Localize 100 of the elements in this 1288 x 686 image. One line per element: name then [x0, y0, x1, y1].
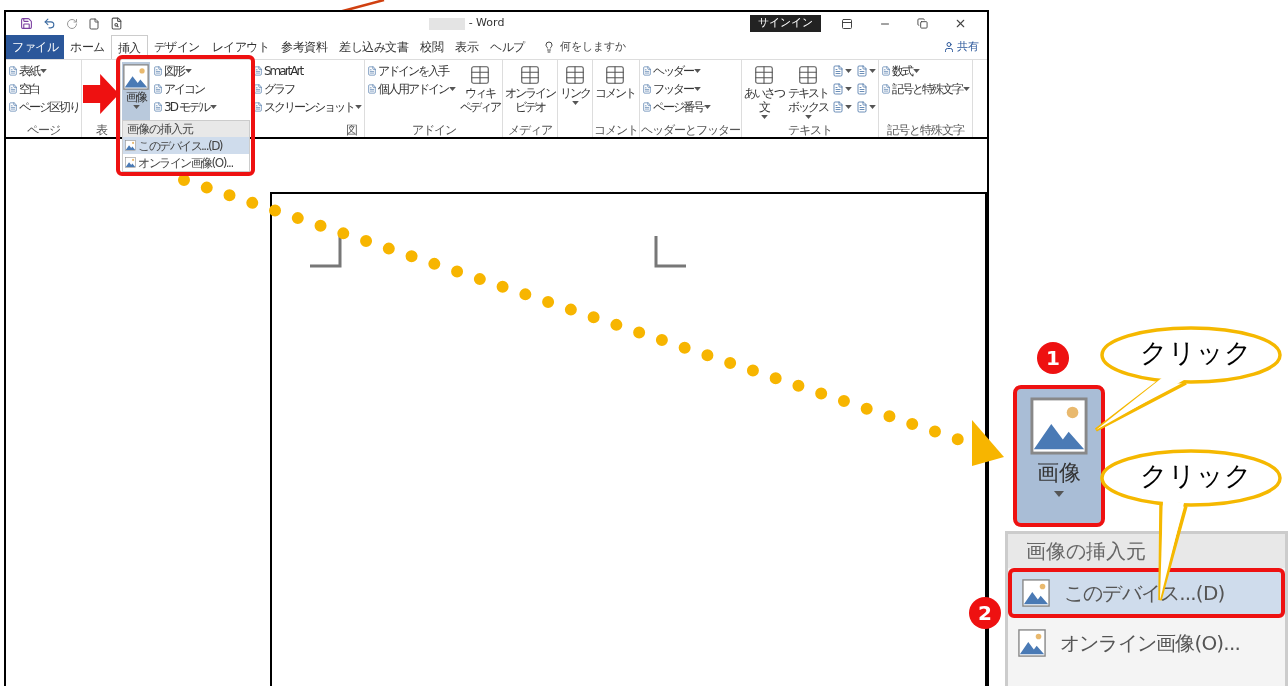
table-icon — [753, 64, 775, 86]
document-icon — [856, 83, 868, 95]
ribbon-small-button[interactable]: ヘッダー — [641, 62, 702, 80]
menu-item[interactable]: オンライン画像(O)... — [123, 154, 249, 171]
ribbon-small-button[interactable]: アイコン — [152, 80, 205, 98]
button-label: ボックス — [788, 101, 828, 114]
picture-button[interactable]: 画像 — [1013, 385, 1105, 527]
step-badge: 2 — [969, 597, 1001, 629]
picture-icon — [1018, 629, 1046, 657]
picture-icon — [125, 157, 136, 168]
menu-item[interactable]: このデバイス...(D) — [123, 137, 249, 154]
ribbon-icon-button[interactable] — [855, 62, 877, 80]
group-label: アドイン — [411, 123, 456, 137]
ribbon-tab[interactable]: ファイル — [6, 35, 64, 59]
ribbon-small-button[interactable]: ページ区切り — [7, 98, 80, 116]
caret-icon — [185, 69, 192, 73]
caret-icon — [694, 87, 701, 91]
document-icon — [153, 66, 163, 76]
ribbon-large-button[interactable]: オンライン ビデオ — [504, 62, 556, 120]
document-icon — [8, 102, 18, 112]
ribbon-icon-button[interactable] — [855, 98, 877, 116]
document-icon — [881, 84, 891, 94]
ribbon-small-button[interactable]: アドインを入手 — [366, 62, 449, 80]
ribbon-small-button[interactable]: 3D モデル — [152, 98, 218, 116]
caret-icon — [1054, 491, 1064, 497]
caret-icon — [845, 87, 852, 91]
ribbon-small-button[interactable]: グラフ — [252, 80, 295, 98]
redacted-block — [428, 17, 465, 30]
ribbon-icon-button[interactable] — [831, 62, 853, 80]
caret-icon — [704, 105, 711, 109]
button-label: ビデオ — [515, 101, 545, 114]
button-label: 文 — [759, 101, 769, 114]
step-badge: 1 — [1037, 342, 1069, 374]
document-icon — [367, 66, 377, 76]
ribbon-large-button[interactable]: 画像 — [122, 62, 150, 120]
document-icon — [642, 66, 652, 76]
save-icon[interactable] — [20, 17, 33, 30]
margin-corner-mark — [654, 236, 686, 268]
document-icon — [8, 66, 18, 76]
picture-icon — [125, 140, 136, 151]
ribbon-large-button[interactable]: リンク — [559, 62, 591, 120]
ribbon-small-button[interactable]: スクリーンショット — [252, 98, 363, 116]
document-icon[interactable] — [88, 17, 100, 30]
document-icon — [367, 84, 377, 94]
caret-icon — [760, 115, 768, 119]
person-icon — [943, 41, 955, 53]
ribbon-small-button[interactable]: 数式 — [880, 62, 921, 80]
restore-icon[interactable] — [917, 18, 928, 29]
table-icon — [797, 64, 819, 86]
ribbon-small-button[interactable]: 個人用アドイン — [366, 80, 457, 98]
document-icon — [153, 102, 163, 112]
caret-icon — [869, 69, 876, 73]
caret-icon — [694, 69, 701, 73]
picture-icon — [1022, 579, 1050, 607]
document-icon — [8, 84, 18, 94]
document-icon — [253, 66, 263, 76]
document-icon — [856, 101, 868, 113]
document-icon — [253, 84, 263, 94]
document-icon — [642, 102, 652, 112]
block-arrow — [83, 74, 119, 114]
table-icon — [469, 64, 491, 86]
group-label: 表 — [95, 123, 107, 137]
bubble-text: クリック — [1140, 459, 1252, 493]
ribbon-display-icon[interactable] — [841, 17, 853, 30]
ribbon-small-button[interactable]: SmartArt — [252, 62, 304, 80]
tell-me-field[interactable]: 何をしますか — [559, 38, 626, 56]
caret-icon — [913, 69, 920, 73]
menu-item[interactable]: オンライン画像(O)... — [1008, 618, 1285, 668]
button-label: コメント — [595, 87, 635, 100]
ribbon-small-button[interactable]: 記号と特殊文字 — [880, 80, 971, 98]
document-icon — [832, 101, 844, 113]
ribbon-small-button[interactable]: 図形 — [152, 62, 193, 80]
sign-in-button[interactable]: サインイン — [750, 15, 821, 32]
caret-icon — [845, 69, 852, 73]
redo-icon[interactable] — [66, 17, 78, 30]
ribbon-small-button[interactable]: フッター — [641, 80, 702, 98]
group-label: ヘッダーとフッター — [641, 123, 740, 137]
ribbon-large-button[interactable]: あいさつ 文 — [743, 62, 785, 121]
ribbon-icon-button[interactable] — [831, 98, 853, 116]
ribbon-icon-button[interactable] — [855, 80, 869, 98]
ribbon-large-button[interactable]: ウィキ ペディア — [459, 62, 501, 120]
caret-icon — [963, 87, 970, 91]
lightbulb-icon — [542, 41, 555, 53]
margin-corner-mark — [310, 236, 342, 268]
share-button[interactable]: 共有 — [943, 35, 979, 59]
button-label: ウィキ — [465, 87, 495, 100]
button-label: オンライン — [505, 87, 555, 100]
ribbon-large-button[interactable]: テキスト ボックス — [787, 62, 829, 121]
ribbon-large-button[interactable]: コメント — [594, 62, 636, 120]
caret-icon — [40, 69, 47, 73]
ribbon-icon-button[interactable] — [831, 80, 853, 98]
button-label: テキスト — [788, 87, 828, 100]
ribbon-small-button[interactable]: 表紙 — [7, 62, 48, 80]
ribbon-small-button[interactable]: ページ番号 — [641, 98, 712, 116]
print-preview-icon[interactable] — [110, 17, 123, 30]
ribbon-small-button[interactable]: 空白 — [7, 80, 40, 98]
undo-icon[interactable] — [43, 17, 56, 30]
close-icon[interactable] — [954, 17, 967, 30]
group-label: メディア — [508, 123, 552, 137]
document-icon — [856, 65, 868, 77]
